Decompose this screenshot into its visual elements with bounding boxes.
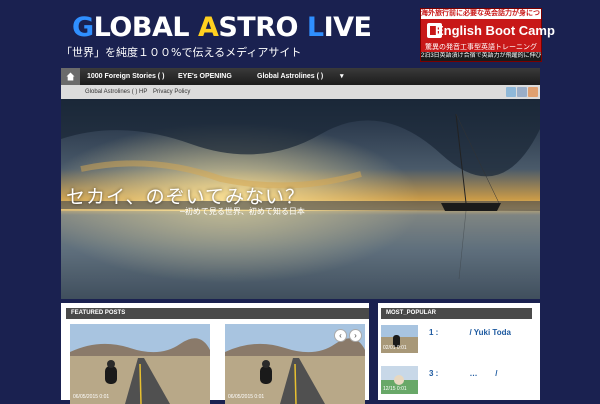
main-nav: 1000 Foreign Stories ( ) EYE's OPENING G… <box>61 68 540 85</box>
featured-post-image <box>70 324 210 404</box>
hero-heading: セカイ、のぞいてみない？ <box>66 186 306 208</box>
popular-item-title[interactable]: 3 : … / <box>429 369 497 378</box>
logo-text-3: IVE <box>323 12 372 43</box>
home-icon <box>66 72 75 81</box>
popular-item-thumbnail: 12/15 0:01 <box>381 366 418 394</box>
logo-text-2: STRO <box>218 12 307 43</box>
popular-item-title[interactable]: 1 : / Yuki Toda <box>429 328 511 337</box>
featured-posts-panel: FEATURED POSTS 06/05/2015 0:01 06/05/201… <box>61 303 369 404</box>
popular-item-date: 12/15 0:01 <box>383 386 407 392</box>
nav-item-eyes-opening[interactable]: EYE's OPENING <box>178 68 232 85</box>
facebook-icon[interactable] <box>517 87 527 97</box>
most-popular-title: MOST_POPULAR <box>381 308 532 319</box>
subnav-item-global-astrolines-hp[interactable]: Global Astrolines ( ) HP <box>85 85 147 99</box>
featured-post-date: 06/05/2015 0:01 <box>228 394 265 400</box>
site-logo[interactable]: GLOBAL ASTRO LIVE <box>72 12 372 43</box>
popular-item[interactable]: 12/15 0:01 3 : … / <box>381 366 536 394</box>
most-popular-panel: MOST_POPULAR 02/01 0:01 1 : / Yuki Toda … <box>378 303 540 400</box>
popular-item-thumbnail: 02/01 0:01 <box>381 325 418 353</box>
subnav-item-privacy-policy[interactable]: Privacy Policy <box>153 85 190 99</box>
site-tagline: 「世界」を純度１００%で伝えるメディアサイト <box>61 46 302 59</box>
popular-item-date: 02/01 0:01 <box>383 345 407 351</box>
nav-item-foreign-stories[interactable]: 1000 Foreign Stories ( ) <box>87 68 164 85</box>
twitter-icon[interactable] <box>506 87 516 97</box>
ad-subtitle: 驚異の発音工事型英語トレーニング <box>425 44 537 51</box>
logo-letter-g: G <box>72 12 94 43</box>
logo-text-1: LOBAL <box>93 12 198 43</box>
featured-posts-title: FEATURED POSTS <box>66 308 369 319</box>
featured-post-thumbnail[interactable]: 06/05/2015 0:01 <box>70 324 210 404</box>
chevron-down-icon[interactable]: ▾ <box>340 68 344 85</box>
hero-subheading: ─初めて見る世界、初めて知る日本 <box>180 207 305 216</box>
nav-item-global-astrolines[interactable]: Global Astrolines ( ) <box>257 68 323 85</box>
chevron-left-icon[interactable]: ‹ <box>334 329 347 342</box>
rss-icon[interactable] <box>528 87 538 97</box>
featured-post-date: 06/05/2015 0:01 <box>73 394 110 400</box>
logo-letter-a: A <box>197 12 219 43</box>
home-button[interactable] <box>61 68 80 85</box>
english-boot-camp-ad[interactable]: 海外旅行前に必要な英会話力が身につく! English Boot Camp 驚異… <box>420 8 555 62</box>
ad-bottom-text: 2泊3日英語漬け合宿で英語力が飛躍的に伸びます <box>421 52 541 61</box>
chevron-right-icon[interactable]: › <box>349 329 362 342</box>
ad-title: English Boot Camp <box>435 23 555 38</box>
logo-letter-l: L <box>306 12 324 43</box>
popular-item[interactable]: 02/01 0:01 1 : / Yuki Toda <box>381 325 536 353</box>
sub-nav: Global Astrolines ( ) HP Privacy Policy <box>61 85 540 99</box>
ad-top-text: 海外旅行前に必要な英会話力が身につく! <box>421 9 541 19</box>
